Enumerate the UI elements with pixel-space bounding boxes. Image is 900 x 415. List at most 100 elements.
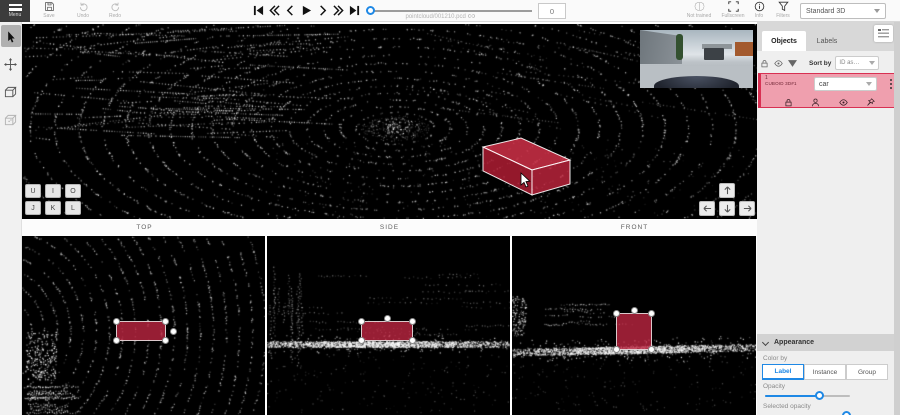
hotkey-i-button[interactable]: I: [45, 184, 61, 198]
filters-button[interactable]: Filters: [770, 1, 796, 21]
pan-up-button[interactable]: [719, 183, 735, 198]
resize-handle[interactable]: [613, 310, 620, 317]
resize-handle[interactable]: [162, 337, 169, 344]
selected-opacity-slider[interactable]: [765, 411, 850, 415]
resize-handle[interactable]: [162, 318, 169, 325]
resize-handle[interactable]: [113, 318, 120, 325]
lock-object-button[interactable]: [784, 94, 793, 112]
pan-right-button[interactable]: [739, 201, 755, 216]
color-by-group-button[interactable]: Group: [846, 364, 888, 380]
select-tool-button[interactable]: [1, 25, 21, 47]
cuboid-annotation-front-view[interactable]: [616, 313, 652, 350]
not-trained-label: Not trained: [687, 13, 711, 19]
color-by-label-button[interactable]: Label: [762, 364, 804, 380]
move-tool-button[interactable]: [1, 53, 21, 75]
filename: pointcloud/001210.pcd: [375, 13, 505, 20]
panel-settings-button[interactable]: [874, 25, 893, 42]
rewind-button[interactable]: [268, 2, 281, 18]
sort-order-value: ID as…: [839, 60, 859, 66]
thumb-truck: [704, 48, 724, 60]
object-pin-button[interactable]: [866, 94, 875, 112]
objects-panel: Objects Labels Sort by ID as… 1 CUBOID 3…: [757, 22, 900, 415]
fullscreen-icon: [728, 1, 739, 12]
list-settings-icon: [878, 29, 889, 38]
pan-down-button[interactable]: [719, 201, 735, 216]
chevron-down-icon: [762, 339, 769, 346]
fast-forward-button[interactable]: [332, 2, 345, 18]
cuboid-tool-button[interactable]: [1, 81, 21, 103]
prev-frame-button[interactable]: [284, 2, 297, 18]
frame-slider-track[interactable]: [370, 10, 532, 12]
tab-labels[interactable]: Labels: [806, 31, 848, 51]
arrow-down-icon: [723, 204, 732, 213]
resize-handle[interactable]: [409, 318, 416, 325]
lock-all-button[interactable]: [757, 59, 771, 68]
cuboid-annotation-top-view[interactable]: [116, 321, 166, 341]
expand-all-button[interactable]: [785, 59, 799, 68]
undo-button[interactable]: Undo: [70, 1, 96, 21]
mouse-cursor: [520, 172, 532, 188]
arrow-right-icon: [743, 204, 752, 213]
tools-sidebar: [0, 22, 22, 415]
resize-handle[interactable]: [358, 337, 365, 344]
info-label: Info: [755, 13, 763, 19]
object-visibility-button[interactable]: [839, 94, 848, 112]
resize-handle[interactable]: [113, 337, 120, 344]
opacity-slider-handle[interactable]: [815, 391, 824, 400]
object-author-button[interactable]: [811, 94, 820, 112]
ortho-view-labels: TOP SIDE FRONT: [22, 219, 757, 236]
fullscreen-button[interactable]: Fullscreen: [718, 1, 748, 21]
view-mode-select[interactable]: Standard 3D: [800, 3, 886, 19]
tab-objects[interactable]: Objects: [762, 31, 806, 51]
view-mode-value: Standard 3D: [806, 8, 845, 15]
sort-order-select[interactable]: ID as…: [835, 56, 879, 70]
skip-start-icon: [253, 5, 264, 16]
resize-handle[interactable]: [613, 346, 620, 353]
side-view-label: SIDE: [267, 219, 512, 236]
hotkey-j-button[interactable]: J: [25, 201, 41, 215]
hamburger-icon: [9, 4, 22, 11]
pan-left-button[interactable]: [699, 201, 715, 216]
object-card-car[interactable]: 1 CUBOID 3D#1 car: [758, 73, 895, 108]
rotate-handle[interactable]: [631, 307, 638, 314]
last-frame-button[interactable]: [348, 2, 361, 18]
play-button[interactable]: [300, 2, 313, 18]
next-frame-button[interactable]: [316, 2, 329, 18]
object-class-select[interactable]: car: [814, 77, 877, 91]
resize-handle[interactable]: [648, 310, 655, 317]
rotate-handle[interactable]: [384, 315, 391, 322]
pointer-icon: [4, 30, 17, 43]
save-button[interactable]: Save: [36, 1, 62, 21]
opacity-slider[interactable]: [765, 391, 850, 400]
brain-icon: [694, 1, 705, 12]
top-toolbar: Menu Save Undo Redo pointcloud/001210.pc…: [0, 0, 900, 22]
visibility-all-button[interactable]: [771, 59, 785, 68]
hotkey-u-button[interactable]: U: [25, 184, 41, 198]
camera-photo-thumbnail[interactable]: [640, 30, 753, 88]
panel-scrollbar[interactable]: [894, 22, 900, 415]
menu-button[interactable]: Menu: [0, 0, 30, 22]
points-cuboid-icon: [4, 114, 17, 127]
color-by-instance-button[interactable]: Instance: [804, 364, 846, 380]
resize-handle[interactable]: [409, 337, 416, 344]
hotkey-o-button[interactable]: O: [65, 184, 81, 198]
cuboid-annotation-side-view[interactable]: [361, 321, 413, 341]
first-frame-button[interactable]: [252, 2, 265, 18]
info-icon: [754, 1, 765, 12]
hotkey-k-button[interactable]: K: [45, 201, 61, 215]
thumb-tree: [676, 34, 683, 60]
rotate-handle[interactable]: [170, 328, 177, 335]
save-label: Save: [43, 13, 54, 19]
hotkey-l-button[interactable]: L: [65, 201, 81, 215]
resize-handle[interactable]: [648, 346, 655, 353]
pointcloud-paint-tool-button[interactable]: [1, 109, 21, 131]
appearance-section-header[interactable]: Appearance: [757, 334, 894, 351]
objects-panel-content: Sort by ID as… 1 CUBOID 3D#1 car: [757, 51, 894, 415]
frame-slider-handle[interactable]: [366, 6, 375, 15]
resize-handle[interactable]: [358, 318, 365, 325]
arrow-up-icon: [723, 186, 732, 195]
selected-opacity-slider-handle[interactable]: [842, 411, 851, 415]
redo-button[interactable]: Redo: [102, 1, 128, 21]
frame-number-input[interactable]: [538, 3, 566, 19]
info-button[interactable]: Info: [748, 1, 770, 21]
